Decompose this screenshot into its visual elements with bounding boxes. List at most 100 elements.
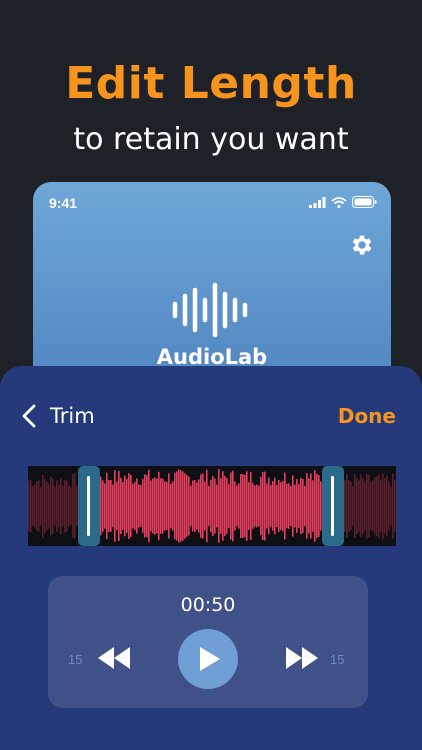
waveform-bar — [218, 469, 220, 543]
waveform-bar — [126, 479, 128, 533]
waveform-bar — [280, 482, 282, 530]
waveform-bar — [368, 474, 370, 538]
waveform-bar — [172, 481, 174, 531]
waveform-bar — [162, 478, 164, 534]
waveform-bar — [378, 474, 380, 538]
waveform-bar — [276, 484, 278, 528]
waveform-bar — [370, 481, 372, 531]
waveform-bar — [64, 479, 66, 533]
waveform-bar — [302, 478, 304, 534]
waveform-bar — [188, 476, 190, 536]
waveform-bar — [208, 485, 210, 527]
waveform-bar — [352, 486, 354, 526]
waveform-bar — [318, 475, 320, 537]
waveform-bar — [122, 481, 124, 531]
waveform-logo-icon — [172, 282, 248, 338]
waveform-bar — [134, 482, 136, 530]
waveform-bar — [244, 474, 246, 538]
waveform-bar — [190, 485, 192, 527]
waveform-bar — [76, 486, 78, 526]
waveform-bar — [234, 481, 236, 531]
waveform-bar — [242, 474, 244, 538]
waveform-bar — [232, 470, 234, 542]
waveform-bar — [100, 476, 102, 536]
waveform-bar — [62, 485, 64, 527]
waveform-bar — [58, 484, 60, 528]
waveform-bar — [140, 485, 142, 527]
waveform-bar — [262, 471, 264, 541]
waveform-editor[interactable] — [28, 466, 396, 546]
waveform-bar — [240, 473, 242, 539]
done-button[interactable]: Done — [338, 404, 396, 428]
waveform-bar — [224, 476, 226, 536]
playback-time: 00:50 — [180, 594, 236, 616]
trim-title: Trim — [50, 404, 95, 428]
waveform-bar — [54, 486, 56, 526]
waveform-bar — [236, 485, 238, 527]
waveform-bar — [146, 475, 148, 537]
waveform-bar — [256, 484, 258, 528]
waveform-bar — [268, 477, 270, 535]
waveform-bar — [220, 478, 222, 534]
chevron-left-icon[interactable] — [20, 404, 38, 428]
waveform-bar — [56, 480, 58, 532]
waveform-bar — [312, 480, 314, 532]
waveform-bar — [102, 480, 104, 532]
waveform-bar — [184, 473, 186, 539]
waveform-bar — [174, 472, 176, 540]
waveform-bar — [202, 473, 204, 539]
waveform-bar — [304, 485, 306, 527]
waveform-bar — [198, 479, 200, 533]
waveform-bar — [372, 480, 374, 532]
waveform-bar — [314, 470, 316, 542]
waveform-bar — [136, 478, 138, 534]
gear-icon[interactable] — [349, 232, 375, 258]
waveform-bar — [376, 476, 378, 536]
waveform-bar — [226, 478, 228, 534]
waveform-bar — [106, 472, 108, 540]
waveform-bar — [74, 473, 76, 539]
waveform-bar — [214, 478, 216, 534]
fast-forward-icon[interactable] — [284, 645, 320, 671]
waveform-bar — [186, 475, 188, 537]
waveform-bar — [320, 481, 322, 531]
waveform-bar — [266, 483, 268, 529]
waveform-bar — [358, 480, 360, 532]
waveform-bar — [286, 483, 288, 529]
waveform-bar — [182, 471, 184, 541]
waveform-bar — [120, 477, 122, 535]
waveform-bar — [46, 481, 48, 531]
waveform-bar — [194, 479, 196, 533]
waveform-bar — [156, 478, 158, 534]
waveform-bar — [124, 475, 126, 537]
waveform-bar — [144, 474, 146, 538]
waveform-bar — [158, 471, 160, 541]
waveform-bar — [278, 479, 280, 533]
waveform-bar — [272, 481, 274, 531]
waveform-bar — [310, 473, 312, 539]
waveform-bar — [50, 476, 52, 536]
wifi-icon — [331, 196, 347, 208]
rewind-icon[interactable] — [96, 645, 132, 671]
play-button[interactable] — [178, 629, 238, 689]
waveform-bar — [264, 471, 266, 541]
waveform-bar — [142, 478, 144, 534]
waveform-bar — [160, 478, 162, 534]
waveform-bar — [36, 481, 38, 531]
waveform-bar — [260, 476, 262, 536]
waveform-bar — [116, 481, 118, 531]
waveform-bar — [354, 474, 356, 538]
trim-handle-left-grip — [87, 476, 90, 536]
waveform-bar — [252, 483, 254, 529]
waveform-bar — [28, 480, 30, 532]
waveform-bar — [274, 477, 276, 535]
trim-sheet: Trim Done 00:50 15 15 — [0, 366, 422, 750]
waveform-bar — [374, 477, 376, 535]
promo-subheadline: to retain you want — [73, 122, 349, 157]
waveform-bar — [178, 469, 180, 543]
waveform-bar — [382, 473, 384, 539]
waveform-bar — [316, 473, 318, 539]
rewind-seconds-label: 15 — [68, 652, 83, 667]
waveform-bar — [380, 479, 382, 533]
waveform-bar — [290, 485, 292, 527]
